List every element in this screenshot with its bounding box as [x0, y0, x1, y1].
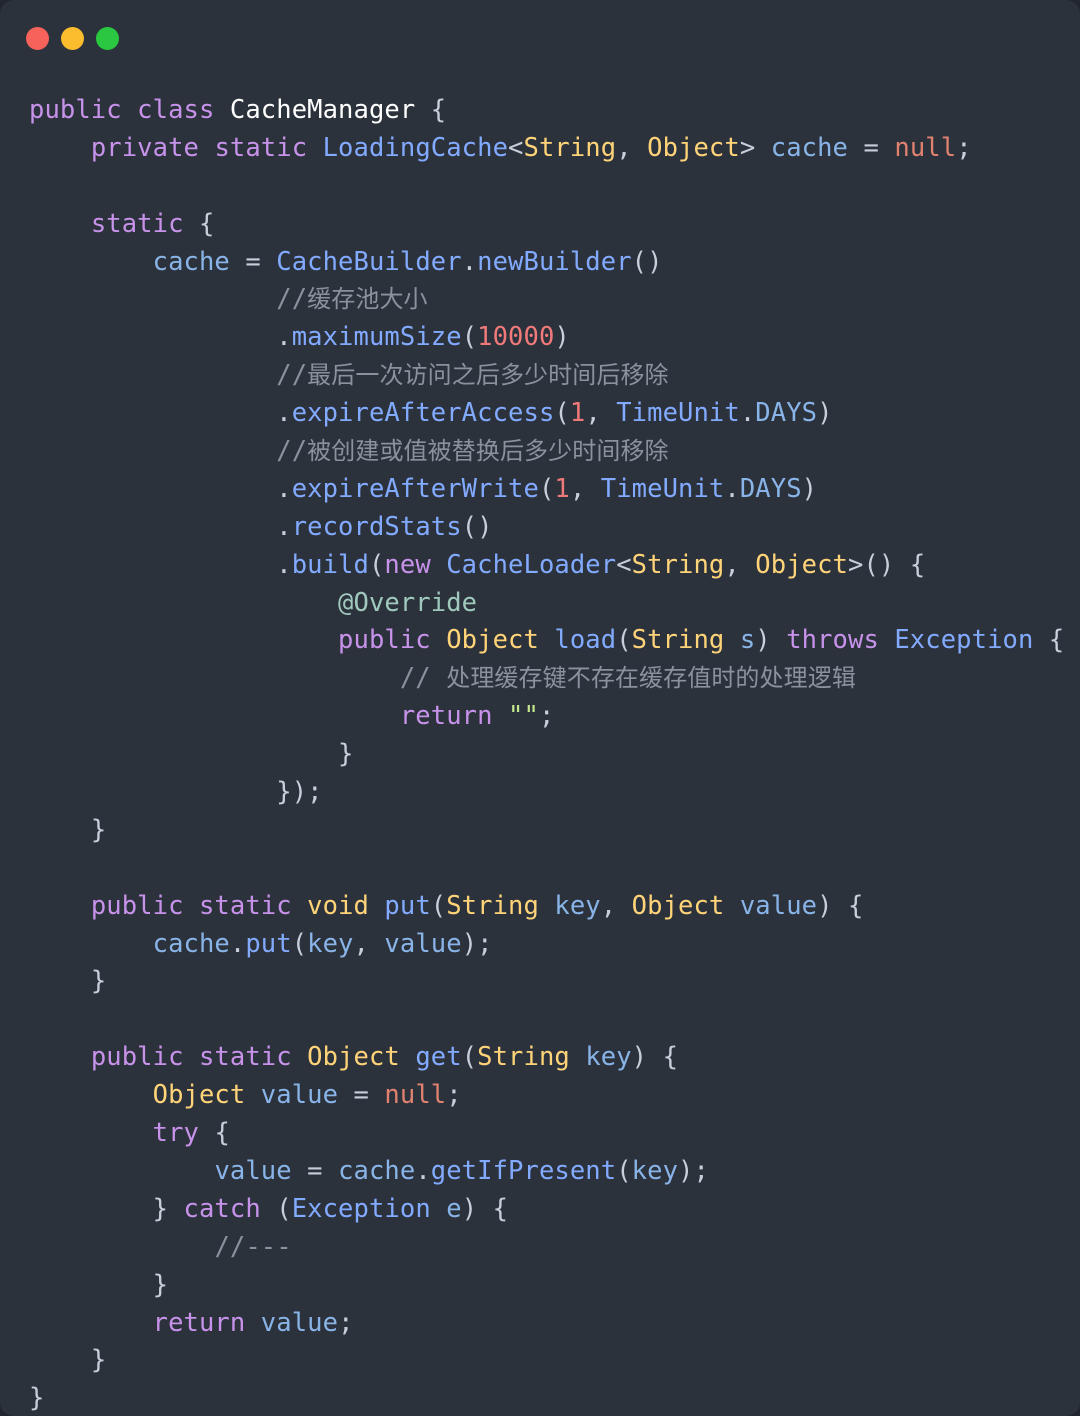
code-line: public class CacheManager {: [29, 95, 447, 125]
window-titlebar: [0, 0, 1080, 78]
code-line: .maximumSize(10000): [276, 322, 570, 353]
code-line: .build(new CacheLoader<String, Object>()…: [276, 549, 926, 580]
code-block[interactable]: public class CacheManager { private stat…: [0, 92, 1080, 1416]
code-line: } catch (Exception e) {: [152, 1193, 509, 1224]
code-line: .recordStats(): [276, 511, 493, 542]
code-line-comment: //缓存池大小: [276, 284, 428, 315]
code-line: try {: [152, 1118, 230, 1149]
code-line: public static void put(String key, Objec…: [90, 890, 864, 921]
code-line: }: [90, 1345, 107, 1376]
code-line: }: [90, 814, 107, 845]
code-line: .expireAfterAccess(1, TimeUnit.DAYS): [276, 398, 833, 429]
code-line: .expireAfterWrite(1, TimeUnit.DAYS): [276, 473, 818, 504]
code-line-comment: //---: [214, 1231, 292, 1262]
code-line: }: [338, 739, 354, 770]
code-line-comment: // 处理缓存键不存在缓存值时的处理逻辑: [399, 663, 856, 694]
code-line: cache.put(key, value);: [152, 928, 493, 959]
code-line: public static Object get(String key) {: [90, 1042, 679, 1073]
code-line: public Object load(String s) throws Exce…: [338, 625, 1065, 656]
code-line: });: [276, 777, 323, 808]
code-line: cache = CacheBuilder.newBuilder(): [152, 246, 663, 277]
code-line-comment: //被创建或值被替换后多少时间移除: [276, 436, 669, 467]
maximize-window-button[interactable]: [96, 27, 119, 50]
code-line: Object value = null;: [152, 1080, 462, 1111]
code-line: }: [90, 966, 107, 997]
code-line: static {: [90, 208, 215, 239]
code-line: }: [152, 1269, 169, 1300]
code-line: return value;: [152, 1307, 354, 1338]
code-line-comment: //最后一次访问之后多少时间后移除: [276, 360, 669, 391]
code-line: value = cache.getIfPresent(key);: [214, 1155, 709, 1186]
code-line-annotation: @Override: [338, 587, 478, 618]
code-line: }: [29, 1383, 45, 1414]
code-snippet-window: public class CacheManager { private stat…: [0, 0, 1080, 1416]
code-line: return "";: [399, 701, 555, 732]
close-window-button[interactable]: [26, 27, 49, 50]
code-line: private static LoadingCache<String, Obje…: [90, 132, 972, 163]
minimize-window-button[interactable]: [61, 27, 84, 50]
